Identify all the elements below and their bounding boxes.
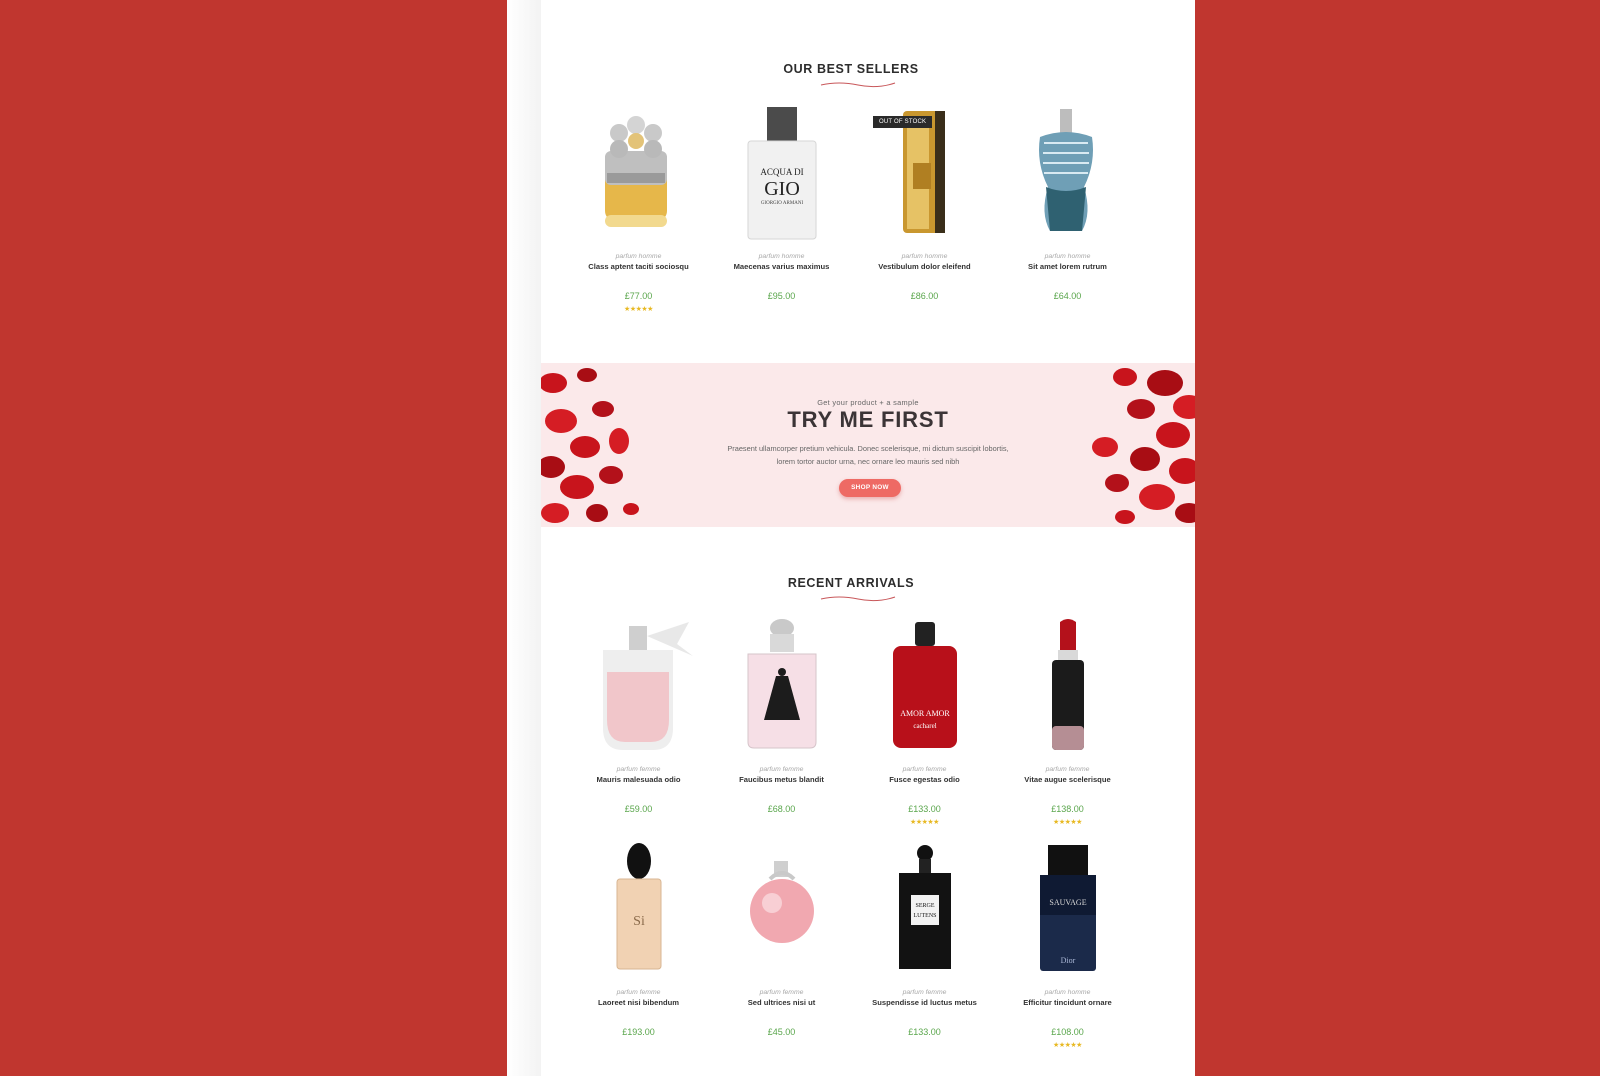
- product-price: £77.00: [624, 291, 653, 301]
- product-card[interactable]: SERGE LUTENS parfum femme Suspendisse id…: [853, 839, 996, 1050]
- product-price: £68.00: [767, 804, 796, 814]
- product-price: £59.00: [624, 804, 653, 814]
- banner-title: TRY ME FIRST: [787, 407, 949, 432]
- product-price: £86.00: [910, 291, 939, 301]
- bottle-gold-revolver-icon[interactable]: [567, 103, 710, 243]
- bottle-sauvage-icon[interactable]: SAUVAGE Dior: [996, 839, 1139, 979]
- rating-stars: [996, 305, 1139, 314]
- product-card[interactable]: SAUVAGE Dior parfum homme Efficitur tinc…: [996, 839, 1139, 1050]
- product-name[interactable]: Vestibulum dolor eleifend: [853, 262, 996, 271]
- swirl-divider-icon: [820, 596, 896, 602]
- product-name[interactable]: Class aptent taciti sociosqu: [567, 262, 710, 271]
- product-category: parfum femme: [902, 989, 947, 996]
- bottle-lipstick-icon[interactable]: [996, 616, 1139, 756]
- bottle-apple-icon[interactable]: [710, 839, 853, 979]
- bottle-black-dress-icon[interactable]: [710, 616, 853, 756]
- bottle-label: SAUVAGE: [1049, 898, 1086, 907]
- product-card[interactable]: AMOR AMOR cacharel parfum femme Fusce eg…: [853, 616, 996, 827]
- product-category: parfum homme: [901, 253, 948, 260]
- product-name[interactable]: Fusce egestas odio: [853, 775, 996, 784]
- rating-stars: ★★★★★: [1053, 819, 1082, 826]
- product-card[interactable]: Si parfum femme Laoreet nisi bibendum £1…: [567, 839, 710, 1050]
- bottle-si-icon[interactable]: Si: [567, 839, 710, 979]
- product-category: parfum femme: [1045, 766, 1090, 773]
- bottle-label: GIO: [764, 178, 800, 200]
- bottle-serge-lutens-icon[interactable]: SERGE LUTENS: [853, 839, 996, 979]
- product-category: parfum homme: [1044, 253, 1091, 260]
- product-card[interactable]: parfum homme Class aptent taciti sociosq…: [567, 103, 710, 314]
- page-content: OUR BEST SELLERS parfum homme Class apte…: [507, 0, 1195, 1076]
- banner-text-line: Praesent ullamcorper pretium vehicula. D…: [727, 444, 1009, 453]
- rating-stars: [567, 818, 710, 827]
- product-price: £133.00: [908, 1027, 941, 1037]
- product-price: £133.00: [908, 804, 941, 814]
- product-category: parfum femme: [759, 989, 804, 996]
- product-name[interactable]: Sit amet lorem rutrum: [996, 262, 1139, 271]
- rose-petals-left-icon: [541, 368, 639, 523]
- bottle-label: cacharel: [913, 722, 936, 730]
- rating-stars: [567, 1041, 710, 1050]
- rating-stars: ★★★★★: [1053, 1042, 1082, 1049]
- banner-pretitle: Get your product + a sample: [817, 398, 919, 407]
- recent-arrivals-title: RECENT ARRIVALS: [787, 576, 915, 590]
- banner-text-line: lorem tortor auctor urna, nec ornare leo…: [776, 456, 960, 466]
- rating-stars: [853, 1041, 996, 1050]
- product-name[interactable]: Laoreet nisi bibendum: [567, 998, 710, 1007]
- product-price: £108.00: [1051, 1027, 1084, 1037]
- bottle-label: GIORGIO ARMANI: [761, 201, 804, 206]
- out-of-stock-badge: OUT OF STOCK: [873, 116, 933, 128]
- bottle-acqua-di-gio-icon[interactable]: ACQUA DI GIO GIORGIO ARMANI: [710, 103, 853, 243]
- product-price: £138.00: [1051, 804, 1084, 814]
- product-name[interactable]: Mauris malesuada odio: [567, 775, 710, 784]
- rating-stars: [710, 818, 853, 827]
- product-name[interactable]: Vitae augue scelerisque: [996, 775, 1139, 784]
- rating-stars: [710, 1041, 853, 1050]
- product-card[interactable]: parfum homme Sit amet lorem rutrum £64.0…: [996, 103, 1139, 314]
- bottle-label: SERGE: [915, 903, 934, 909]
- bottle-label: Si: [633, 914, 645, 929]
- product-category: parfum femme: [902, 766, 947, 773]
- bottle-torso-icon[interactable]: [996, 103, 1139, 243]
- product-category: parfum femme: [616, 989, 661, 996]
- rating-stars: [710, 305, 853, 314]
- product-card[interactable]: parfum femme Mauris malesuada odio £59.0…: [567, 616, 710, 827]
- rating-stars: [853, 305, 996, 314]
- product-price: £45.00: [767, 1027, 796, 1037]
- promo-banner: Get your product + a sample TRY ME FIRST…: [541, 363, 1195, 527]
- rose-petals-right-icon: [1092, 368, 1195, 524]
- bottle-label: LUTENS: [914, 913, 937, 919]
- best-sellers-title: OUR BEST SELLERS: [783, 62, 919, 76]
- rating-stars: ★★★★★: [624, 306, 653, 313]
- bottle-label: Dior: [1061, 956, 1076, 965]
- product-card[interactable]: ACQUA DI GIO GIORGIO ARMANI parfum homme…: [710, 103, 853, 314]
- product-name[interactable]: Maecenas varius maximus: [710, 262, 853, 271]
- product-category: parfum femme: [759, 766, 804, 773]
- product-category: parfum homme: [1044, 989, 1091, 996]
- rating-stars: ★★★★★: [910, 819, 939, 826]
- product-category: parfum homme: [758, 253, 805, 260]
- product-name[interactable]: Faucibus metus blandit: [710, 775, 853, 784]
- swirl-divider-icon: [820, 82, 896, 88]
- product-price: £64.00: [1053, 291, 1082, 301]
- product-card[interactable]: parfum femme Sed ultrices nisi ut £45.00: [710, 839, 853, 1050]
- banner-text: Praesent ullamcorper pretium vehicula. D…: [691, 443, 1045, 468]
- product-price: £95.00: [767, 291, 796, 301]
- bottle-pink-bow-icon[interactable]: [567, 616, 710, 756]
- bottle-label: AMOR AMOR: [900, 709, 950, 718]
- product-price: £193.00: [622, 1027, 655, 1037]
- page-edge-shadow: [507, 0, 541, 1076]
- product-card[interactable]: parfum homme Vestibulum dolor eleifend £…: [853, 103, 996, 314]
- shop-now-button[interactable]: SHOP NOW: [839, 479, 901, 497]
- product-name[interactable]: Efficitur tincidunt ornare: [996, 998, 1139, 1007]
- bottle-label: ACQUA DI: [760, 167, 803, 177]
- bottle-red-amor-icon[interactable]: AMOR AMOR cacharel: [853, 616, 996, 756]
- product-category: parfum femme: [616, 766, 661, 773]
- product-name[interactable]: Sed ultrices nisi ut: [710, 998, 853, 1007]
- product-name[interactable]: Suspendisse id luctus metus: [853, 998, 996, 1007]
- product-category: parfum homme: [615, 253, 662, 260]
- product-card[interactable]: parfum femme Vitae augue scelerisque £13…: [996, 616, 1139, 827]
- product-card[interactable]: parfum femme Faucibus metus blandit £68.…: [710, 616, 853, 827]
